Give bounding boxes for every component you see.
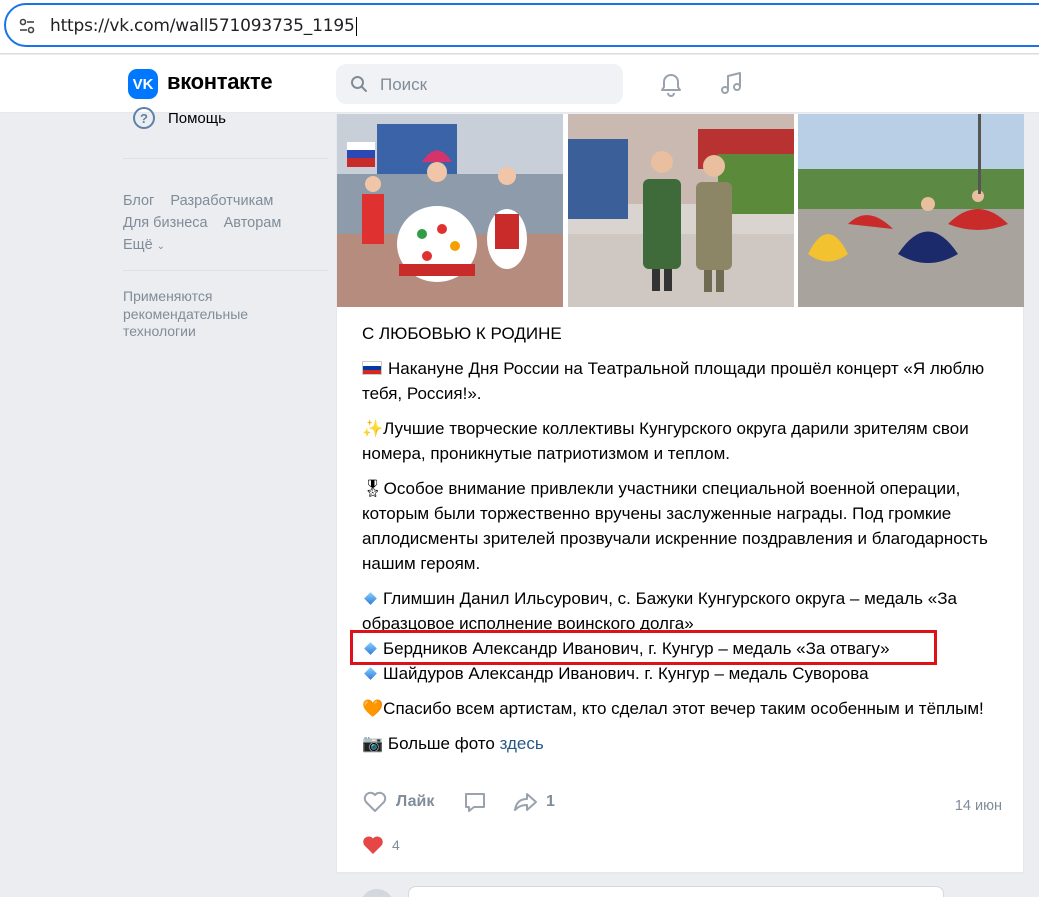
post-photo-1[interactable] [337, 114, 564, 307]
link-authors[interactable]: Авторам [224, 215, 282, 231]
vk-logo-icon[interactable]: VK [128, 69, 158, 99]
paragraph-text: Лучшие творческие коллективы Кунгурского… [362, 419, 969, 463]
sidebar-item-label: Помощь [168, 109, 226, 127]
post-actions: Лайк 1 14 июн [362, 790, 1002, 824]
vk-header: VK вконтакте Поиск [0, 55, 1039, 113]
avatar [360, 889, 394, 897]
site-settings-icon[interactable] [18, 17, 36, 35]
link-blog[interactable]: Блог [123, 193, 154, 209]
link-developers[interactable]: Разработчикам [170, 193, 273, 209]
search-icon [351, 76, 367, 92]
sidebar-divider [123, 158, 328, 159]
vk-wordmark[interactable]: вконтакте [167, 69, 273, 95]
browser-toolbar: https://vk.com/wall571093735_1195 [0, 0, 1039, 54]
post-title: С ЛЮБОВЬЮ К РОДИНЕ [362, 324, 562, 343]
sparkles-icon: ✨ [362, 419, 384, 438]
post-photo-2[interactable] [567, 114, 795, 307]
recommendation-note[interactable]: Применяются рекомендательные технологии [123, 288, 293, 341]
text-caret [355, 16, 357, 36]
blue-diamond-icon [364, 667, 377, 680]
more-menu[interactable]: Ещё ⌄ [123, 234, 293, 258]
blue-diamond-icon [364, 592, 377, 605]
comment-icon [465, 793, 485, 812]
photo-dancers [798, 114, 1025, 307]
address-bar[interactable]: https://vk.com/wall571093735_1195 [4, 3, 1039, 47]
post-text: С ЛЮБОВЬЮ К РОДИНЕ Накануне Дня России н… [362, 321, 1002, 766]
paragraph-text: Спасибо всем артистам, кто сделал этот в… [383, 699, 984, 718]
post-date[interactable]: 14 июн [955, 798, 1002, 814]
wall-post: С ЛЮБОВЬЮ К РОДИНЕ Накануне Дня России н… [336, 114, 1025, 874]
footer-links: Блог Разработчикам Для бизнеса Авторам Е… [123, 190, 293, 258]
annotation-highlight-box [350, 630, 937, 665]
sidebar-item-help[interactable]: ? Помощь [133, 106, 226, 130]
like-button[interactable]: Лайк [362, 790, 434, 814]
share-count: 1 [546, 793, 555, 810]
help-icon: ? [133, 107, 155, 129]
medal-icon: 🎖 [362, 479, 384, 498]
orange-heart-icon: 🧡 [362, 699, 384, 718]
chevron-down-icon: ⌄ [156, 241, 166, 252]
photo-soldiers-award [567, 114, 794, 307]
comment-button[interactable] [462, 790, 488, 814]
share-icon [514, 793, 537, 811]
post-paragraph: 📷 Больше фото здесь [362, 731, 1002, 756]
paragraph-text: Больше фото [387, 734, 500, 753]
paragraph-text: Накануне Дня России на Театральной площа… [362, 359, 985, 403]
post-photo-3[interactable] [798, 114, 1025, 307]
reactions-summary[interactable]: 4 [362, 835, 400, 855]
comment-input[interactable] [408, 886, 944, 897]
award-text: Шайдуров Александр Иванович. г. Кунгур –… [383, 664, 869, 683]
reaction-count: 4 [392, 837, 400, 853]
link-business[interactable]: Для бизнеса [123, 215, 208, 231]
post-paragraph: ✨Лучшие творческие коллективы Кунгурског… [362, 416, 1002, 466]
url-text[interactable]: https://vk.com/wall571093735_1195 [50, 16, 357, 36]
share-button[interactable]: 1 [512, 790, 555, 814]
heart-outline-icon [363, 791, 387, 812]
camera-icon: 📷 [362, 734, 384, 753]
list-item: Глимшин Данил Ильсурович, с. Бажуки Кунг… [362, 586, 1002, 636]
paragraph-text: Особое внимание привлекли участники спец… [362, 479, 988, 573]
award-text: Глимшин Данил Ильсурович, с. Бажуки Кунг… [362, 589, 957, 633]
music-icon[interactable] [717, 70, 745, 98]
photo-children-costumes [337, 114, 563, 307]
more-photos-link[interactable]: здесь [500, 734, 544, 753]
post-paragraph: 🧡Спасибо всем артистам, кто сделал этот … [362, 696, 1002, 721]
more-label: Ещё [123, 237, 153, 253]
post-paragraph: Накануне Дня России на Театральной площа… [362, 356, 1002, 406]
post-photo-grid [337, 114, 1025, 307]
comment-divider [337, 872, 1025, 873]
notifications-bell-icon[interactable] [657, 71, 685, 99]
search-input[interactable]: Поиск [336, 64, 623, 104]
post-paragraph: 🎖Особое внимание привлекли участники спе… [362, 476, 1002, 576]
sidebar-divider [123, 270, 328, 271]
like-label: Лайк [396, 793, 435, 810]
search-placeholder: Поиск [380, 75, 428, 94]
russia-flag-icon [362, 361, 382, 375]
red-heart-icon [363, 836, 383, 854]
